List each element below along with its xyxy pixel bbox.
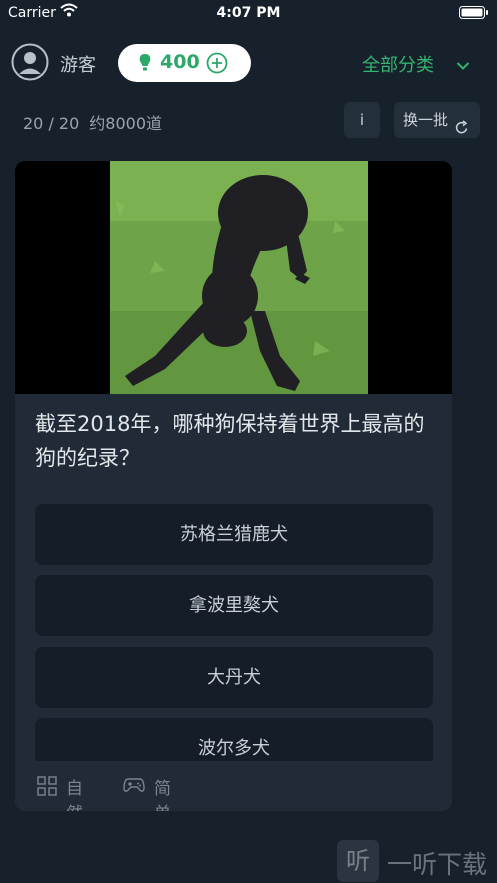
question-count: 约8000道 xyxy=(89,114,163,133)
chevron-down-icon xyxy=(456,55,470,76)
progress-info: 20 / 20 约8000道 xyxy=(23,110,172,134)
dog-photo xyxy=(15,161,452,394)
category-tag: 自然 xyxy=(66,779,83,811)
battery-icon xyxy=(459,6,489,23)
answer-option[interactable]: 苏格兰猎鹿犬 xyxy=(35,504,433,565)
coin-balance-button[interactable]: 400 xyxy=(118,44,251,82)
info-button[interactable]: i xyxy=(344,102,380,138)
sub-bar: 20 / 20 约8000道 i 换一批 xyxy=(0,100,497,140)
question-text: 截至2018年，哪种狗保持着世界上最高的狗的纪录？ xyxy=(35,412,425,470)
answer-option[interactable]: 大丹犬 xyxy=(35,647,433,708)
progress-counter: 20 / 20 xyxy=(23,114,80,133)
answer-option[interactable]: 波尔多犬 xyxy=(35,718,433,761)
swap-batch-button[interactable]: 换一批 xyxy=(394,102,480,138)
bulb-icon xyxy=(138,53,152,77)
clock: 4:07 PM xyxy=(216,5,281,21)
guest-label[interactable]: 游客 xyxy=(60,51,96,77)
difficulty-tag: 简单 xyxy=(154,779,171,811)
answer-option[interactable]: 拿波里獒犬 xyxy=(35,575,433,636)
swap-batch-label: 换一批 xyxy=(403,111,449,129)
category-label: 全部分类 xyxy=(362,55,434,76)
watermark-text: 一听下载 xyxy=(387,850,488,879)
top-bar: 游客 400 全部分类 xyxy=(0,40,497,86)
category-dropdown[interactable]: 全部分类 xyxy=(362,51,470,77)
plus-icon[interactable] xyxy=(206,52,228,78)
answer-options: 苏格兰猎鹿犬 拿波里獒犬 大丹犬 波尔多犬 xyxy=(35,504,433,761)
refresh-icon xyxy=(455,112,469,148)
gamepad-icon xyxy=(123,776,145,799)
avatar-icon[interactable] xyxy=(11,43,49,81)
coin-count: 400 xyxy=(160,51,200,73)
status-bar: Carrier 4:07 PM xyxy=(0,0,497,26)
watermark: 听 一听下载 xyxy=(337,840,497,883)
question-card: 截至2018年，哪种狗保持着世界上最高的狗的纪录？ 苏格兰猎鹿犬 拿波里獒犬 大… xyxy=(15,161,452,811)
watermark-logo-icon: 听 xyxy=(337,840,379,882)
grid-icon xyxy=(37,776,57,801)
